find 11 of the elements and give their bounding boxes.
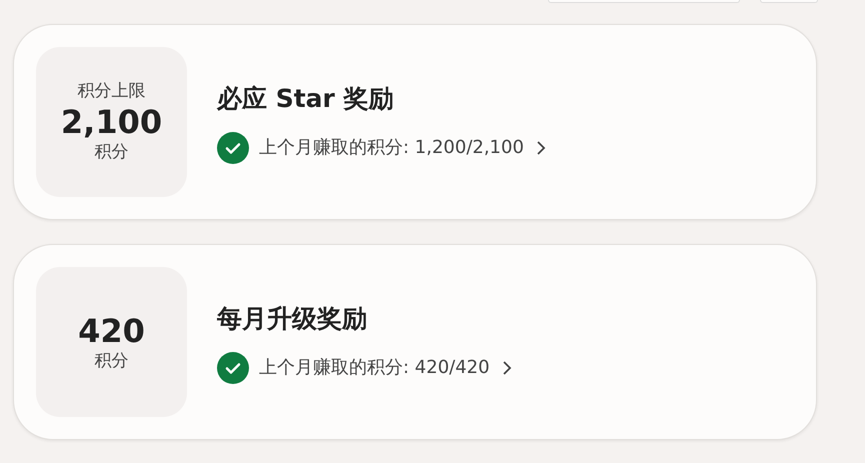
progress-link[interactable]: 上个月赚取的积分: 1,200/2,100 <box>259 134 546 162</box>
progress-link[interactable]: 上个月赚取的积分: 420/420 <box>259 354 512 382</box>
points-cap-label: 积分上限 <box>78 80 146 102</box>
reward-title: 必应 Star 奖励 <box>217 83 395 116</box>
points-unit: 积分 <box>94 142 128 164</box>
reward-title: 每月升级奖励 <box>217 303 368 336</box>
points-unit: 积分 <box>94 351 128 373</box>
chevron-right-icon <box>536 140 546 156</box>
points-value: 420 <box>78 311 145 352</box>
points-value: 2,100 <box>60 102 162 142</box>
chevron-right-icon <box>502 360 512 376</box>
